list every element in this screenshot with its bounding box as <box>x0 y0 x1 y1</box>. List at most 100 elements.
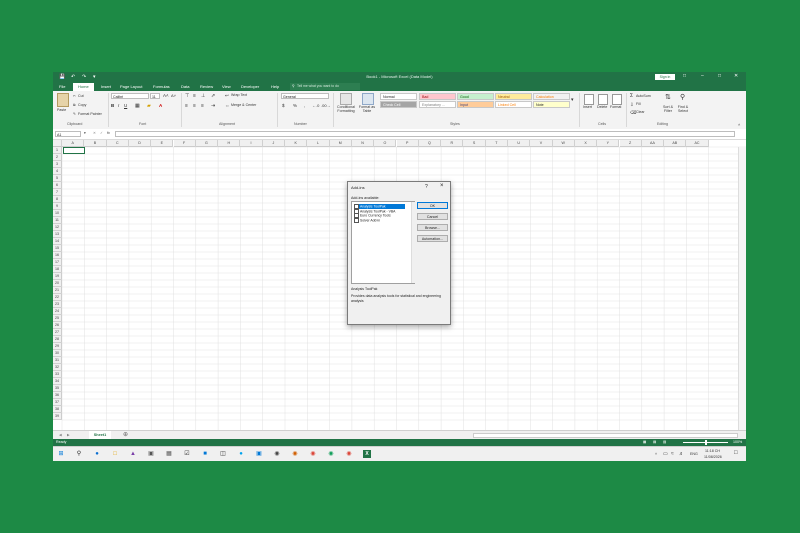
active-cell-a1[interactable] <box>63 147 85 154</box>
format-as-table-button[interactable]: Format as Table <box>357 105 377 113</box>
next-sheet-icon[interactable]: ▶ <box>67 433 70 437</box>
align-left-icon[interactable]: ≡ <box>185 103 188 109</box>
tray-chevron-icon[interactable]: ˄ <box>655 452 657 456</box>
sign-in-button[interactable]: Sign in <box>655 74 675 80</box>
column-header[interactable]: K <box>285 140 308 147</box>
find-select-button[interactable]: Find & Select <box>677 105 689 113</box>
row-header[interactable]: 9 <box>53 203 62 210</box>
sort-filter-icon[interactable]: ⇅ <box>665 93 671 101</box>
row-header[interactable]: 39 <box>53 413 62 420</box>
ribbon-display-icon[interactable]: □ <box>683 73 686 79</box>
page-layout-view-icon[interactable]: ▤ <box>653 439 656 446</box>
file-explorer-icon[interactable]: □ <box>111 450 119 458</box>
column-header[interactable]: D <box>128 140 152 147</box>
row-header[interactable]: 17 <box>53 259 62 266</box>
browse-button[interactable]: Browse... <box>417 224 448 231</box>
row-header[interactable]: 24 <box>53 308 62 315</box>
styles-more-icon[interactable]: ▾ <box>571 97 574 103</box>
conditional-formatting-icon[interactable] <box>340 93 352 105</box>
column-header[interactable]: J <box>262 140 285 147</box>
row-header[interactable]: 25 <box>53 315 62 322</box>
delete-cells-icon[interactable] <box>598 94 608 105</box>
row-header[interactable]: 33 <box>53 371 62 378</box>
row-header[interactable]: 35 <box>53 385 62 392</box>
conditional-formatting-button[interactable]: Conditional Formatting <box>335 105 357 113</box>
column-header[interactable]: V <box>530 140 553 147</box>
row-header[interactable]: 16 <box>53 252 62 259</box>
row-header[interactable]: 3 <box>53 161 62 168</box>
tab-developer[interactable]: Developer <box>241 84 259 89</box>
cell-style-6[interactable]: Explanatory ... <box>419 101 456 108</box>
bottom-align-icon[interactable]: ⊥ <box>201 93 205 99</box>
select-all-corner[interactable] <box>53 140 62 147</box>
app-icon[interactable]: ◉ <box>273 450 281 458</box>
cell-style-2[interactable]: Good <box>457 93 494 100</box>
row-header[interactable]: 37 <box>53 399 62 406</box>
edge-browser-icon[interactable]: ● <box>93 450 101 458</box>
chrome-icon[interactable]: ◉ <box>345 450 353 458</box>
decrease-font-icon[interactable]: A˅ <box>171 93 176 98</box>
help-icon[interactable]: ? <box>425 184 428 190</box>
column-header[interactable]: X <box>574 140 598 147</box>
tab-review[interactable]: Review <box>200 84 213 89</box>
row-header[interactable]: 2 <box>53 154 62 161</box>
align-right-icon[interactable]: ≡ <box>201 103 204 109</box>
format-cells-icon[interactable] <box>612 94 622 105</box>
formula-input[interactable] <box>115 131 735 137</box>
clock-date[interactable]: 11/08/2026 <box>704 455 722 459</box>
copy-icon[interactable]: ⧉ <box>73 103 76 107</box>
app-icon[interactable]: ■ <box>201 450 209 458</box>
column-header[interactable]: U <box>508 140 531 147</box>
row-header[interactable]: 32 <box>53 364 62 371</box>
add-in-solver[interactable]: Solver Add-in <box>354 217 405 223</box>
clock-time[interactable]: 11:18 CH <box>705 449 720 453</box>
align-center-icon[interactable]: ≡ <box>193 103 196 109</box>
calculator-icon[interactable]: ▦ <box>165 450 173 458</box>
row-header[interactable]: 14 <box>53 238 62 245</box>
column-header[interactable]: L <box>307 140 330 147</box>
row-header[interactable]: 7 <box>53 189 62 196</box>
indent-icon[interactable]: ⇥ <box>211 103 215 109</box>
merge-center-icon[interactable]: ⇔ <box>225 103 230 108</box>
column-header[interactable]: I <box>240 140 263 147</box>
search-icon[interactable]: ⚲ <box>75 450 83 458</box>
add-ins-list[interactable]: Analysis ToolPak Analysis ToolPak - VBA … <box>351 201 416 284</box>
format-as-table-icon[interactable] <box>362 93 374 105</box>
insert-cells-button[interactable]: Insert <box>583 105 592 109</box>
underline-icon[interactable]: U <box>124 103 127 108</box>
cell-style-3[interactable]: Neutral <box>495 93 532 100</box>
name-box[interactable]: A1 <box>55 131 81 137</box>
column-header[interactable]: C <box>106 140 129 147</box>
number-format-select[interactable]: General <box>281 93 329 99</box>
column-header[interactable]: M <box>329 140 352 147</box>
ok-button[interactable]: OK <box>417 202 448 209</box>
tab-help[interactable]: Help <box>271 84 279 89</box>
insert-cells-icon[interactable] <box>584 94 594 105</box>
row-header[interactable]: 19 <box>53 273 62 280</box>
checklist-icon[interactable]: ☑ <box>183 450 191 458</box>
volume-icon[interactable]: ♬ <box>679 451 684 457</box>
find-select-icon[interactable]: ⚲ <box>680 93 685 101</box>
decrease-decimal-icon[interactable]: .00→ <box>321 103 331 108</box>
column-header[interactable]: P <box>396 140 419 147</box>
row-header[interactable]: 18 <box>53 266 62 273</box>
cancel-button[interactable]: Cancel <box>417 213 448 220</box>
zoom-level[interactable]: 100% <box>733 439 742 446</box>
search-box[interactable]: ⚲ Tell me what you want to do <box>290 83 360 90</box>
autosum-icon[interactable]: Σ <box>630 93 633 99</box>
list-scrollbar[interactable] <box>411 202 416 283</box>
column-header[interactable]: Z <box>619 140 642 147</box>
insert-function-button[interactable]: fx <box>107 131 110 135</box>
new-sheet-icon[interactable]: ⊕ <box>123 431 128 438</box>
paste-icon[interactable] <box>57 93 69 107</box>
normal-view-icon[interactable]: ▦ <box>643 439 646 446</box>
row-header[interactable]: 4 <box>53 168 62 175</box>
cell-style-9[interactable]: Note <box>533 101 570 108</box>
bold-icon[interactable]: B <box>111 103 114 108</box>
prev-sheet-icon[interactable]: ◀ <box>59 433 62 437</box>
cell-style-1[interactable]: Bad <box>419 93 456 100</box>
skype-icon[interactable]: ● <box>237 450 245 458</box>
cell-style-4[interactable]: Calculation <box>533 93 570 100</box>
borders-icon[interactable]: ▦ <box>135 103 140 109</box>
tab-data[interactable]: Data <box>181 84 189 89</box>
